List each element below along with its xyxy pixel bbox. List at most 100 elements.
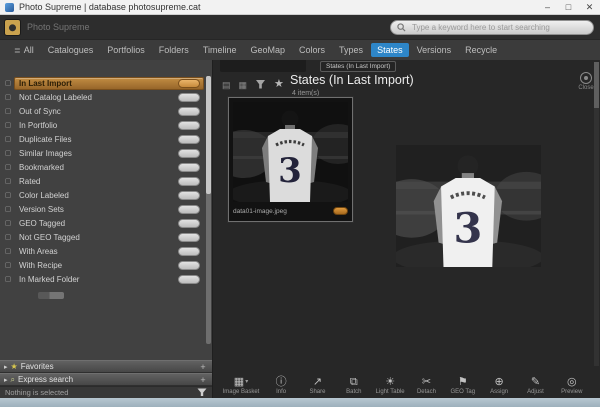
app-icon xyxy=(5,2,14,12)
sidebar-item-in-marked-folder[interactable]: ▢ In Marked Folder xyxy=(2,272,204,286)
bottom-toolbar: ▦ ▾ Image Basket ⓘ Info ↗ Share ⧉ Batch ☀ Light Ta… xyxy=(214,369,590,396)
tab-label: Timeline xyxy=(202,45,237,55)
tab-types[interactable]: Types xyxy=(333,43,369,57)
list-footer-indicator xyxy=(38,292,64,299)
sidebar-item-body: Color Labeled xyxy=(14,189,204,202)
count-badge xyxy=(178,246,200,256)
count-badge xyxy=(178,176,200,186)
add-button[interactable]: + xyxy=(198,375,208,385)
search-box[interactable] xyxy=(390,19,594,35)
assign-button[interactable]: ⊕ Assign xyxy=(481,376,517,395)
image-basket-button[interactable]: ▦ ▾ Image Basket xyxy=(219,376,263,395)
tab-states[interactable]: States xyxy=(371,43,409,57)
toolbar-button-label: Image Basket xyxy=(222,389,260,395)
preview-image[interactable]: 3 xyxy=(396,145,541,267)
view-list-icon[interactable]: ▤ xyxy=(222,80,231,90)
nav-tabs: ≣ All Catalogues Portfolios Folders Timeline G… xyxy=(0,39,600,60)
tab-catalogues[interactable]: Catalogues xyxy=(42,43,100,57)
detach-button[interactable]: ✂ Detach xyxy=(408,376,444,395)
toolbar-button-label: Info xyxy=(276,389,287,395)
sidebar-item-body: Not GEO Tagged xyxy=(14,231,204,244)
filter-funnel-icon[interactable] xyxy=(255,79,266,90)
close-button[interactable]: ✕ xyxy=(579,0,600,14)
tab-all[interactable]: ≣ All xyxy=(8,43,40,57)
info-button[interactable]: ⓘ Info xyxy=(263,376,299,395)
thumbnail-label-badge[interactable] xyxy=(333,207,348,215)
toolbar-button-label: Batch xyxy=(346,389,362,395)
sidebar-item-label: GEO Tagged xyxy=(19,218,66,228)
sidebar-item-body: Bookmarked xyxy=(14,161,204,174)
sidebar-item-geo-tagged[interactable]: ▢ GEO Tagged xyxy=(2,216,204,230)
tab-colors[interactable]: Colors xyxy=(293,43,331,57)
state-icon: ▢ xyxy=(4,150,12,157)
states-list: ▢ In Last Import ▢ Not Catalog Labeled ▢ Out … xyxy=(0,76,212,286)
filter-funnel-icon[interactable] xyxy=(197,388,207,397)
thumbnail-image[interactable]: 3 xyxy=(233,102,348,202)
sidebar-item-label: Bookmarked xyxy=(19,162,64,172)
sidebar-item-in-last-import[interactable]: ▢ In Last Import xyxy=(2,76,204,90)
sidebar-item-label: In Marked Folder xyxy=(19,274,80,284)
sidebar-item-duplicate-files[interactable]: ▢ Duplicate Files xyxy=(2,132,204,146)
app-logo-icon xyxy=(4,18,21,36)
sidebar-item-not-catalog-labeled[interactable]: ▢ Not Catalog Labeled xyxy=(2,90,204,104)
main-scrollbar[interactable] xyxy=(594,62,599,366)
share-icon: ↗ xyxy=(312,376,323,388)
sidebar-item-label: In Portfolio xyxy=(19,120,58,130)
count-badge xyxy=(178,78,200,88)
light-table-button[interactable]: ☀ Light Table xyxy=(372,376,408,395)
sidebar-item-bookmarked[interactable]: ▢ Bookmarked xyxy=(2,160,204,174)
toolbar-button-label: Detach xyxy=(416,389,436,395)
tab-label: Folders xyxy=(158,45,189,55)
tab-timeline[interactable]: Timeline xyxy=(197,43,243,57)
sidebar-item-not-geo-tagged[interactable]: ▢ Not GEO Tagged xyxy=(2,230,204,244)
star-filter-icon[interactable]: ★ xyxy=(274,79,284,90)
star-icon: ★ xyxy=(10,361,18,371)
sidebar: ▢ In Last Import ▢ Not Catalog Labeled ▢ Out … xyxy=(0,60,213,398)
count-badge xyxy=(178,232,200,242)
sidebar-item-similar-images[interactable]: ▢ Similar Images xyxy=(2,146,204,160)
search-input[interactable] xyxy=(410,21,587,33)
sidebar-item-rated[interactable]: ▢ Rated xyxy=(2,174,204,188)
panel-favorites[interactable]: ▸ ★ Favorites + xyxy=(0,360,212,373)
geo-tag-button[interactable]: ⚑ GEO Tag xyxy=(445,376,481,395)
tab-portfolios[interactable]: Portfolios xyxy=(101,43,151,57)
count-badge xyxy=(178,204,200,214)
titlebar: Photo Supreme | database photosupreme.ca… xyxy=(0,0,600,15)
tab-folders[interactable]: Folders xyxy=(153,43,195,57)
maximize-button[interactable]: □ xyxy=(558,0,579,14)
tab-label: Colors xyxy=(299,45,326,55)
sidebar-item-with-areas[interactable]: ▢ With Areas xyxy=(2,244,204,258)
app-name: Photo Supreme xyxy=(27,22,90,32)
window-title: Photo Supreme | database photosupreme.ca… xyxy=(19,2,201,12)
sidebar-item-color-labeled[interactable]: ▢ Color Labeled xyxy=(2,188,204,202)
sidebar-item-body: In Marked Folder xyxy=(14,273,204,286)
sidebar-item-body: Out of Sync xyxy=(14,105,204,118)
minimize-button[interactable]: – xyxy=(537,0,558,14)
sidebar-item-body: With Areas xyxy=(14,245,204,258)
sidebar-item-label: With Areas xyxy=(19,246,58,256)
thumbnail-card[interactable]: 3 data01-image.jpeg xyxy=(228,97,353,222)
state-icon: ▢ xyxy=(4,164,12,171)
search-icon: ⌕ xyxy=(10,374,15,384)
sidebar-scrollbar-thumb[interactable] xyxy=(206,76,211,194)
tab-geomap[interactable]: GeoMap xyxy=(245,43,292,57)
view-grid-icon[interactable]: ▦ xyxy=(239,80,248,90)
collection-tab[interactable] xyxy=(220,60,306,72)
sidebar-scrollbar[interactable] xyxy=(206,76,211,344)
sidebar-item-version-sets[interactable]: ▢ Version Sets xyxy=(2,202,204,216)
sidebar-item-with-recipe[interactable]: ▢ With Recipe xyxy=(2,258,204,272)
sidebar-item-body: In Portfolio xyxy=(14,119,204,132)
share-button[interactable]: ↗ Share xyxy=(299,376,335,395)
tab-versions[interactable]: Versions xyxy=(411,43,458,57)
tab-recycle[interactable]: Recycle xyxy=(459,43,503,57)
batch-button[interactable]: ⧉ Batch xyxy=(336,376,372,395)
sidebar-item-in-portfolio[interactable]: ▢ In Portfolio xyxy=(2,118,204,132)
preview-button[interactable]: ◎ Preview xyxy=(554,376,590,395)
sidebar-item-out-of-sync[interactable]: ▢ Out of Sync xyxy=(2,104,204,118)
adjust-button[interactable]: ✎ Adjust xyxy=(517,376,553,395)
add-button[interactable]: + xyxy=(198,362,208,372)
toolbar-button-label: Preview xyxy=(561,389,583,395)
main-scrollbar-thumb[interactable] xyxy=(594,62,599,108)
panel-express-search[interactable]: ▸ ⌕ Express search + xyxy=(0,373,212,386)
sidebar-item-label: Similar Images xyxy=(19,148,72,158)
